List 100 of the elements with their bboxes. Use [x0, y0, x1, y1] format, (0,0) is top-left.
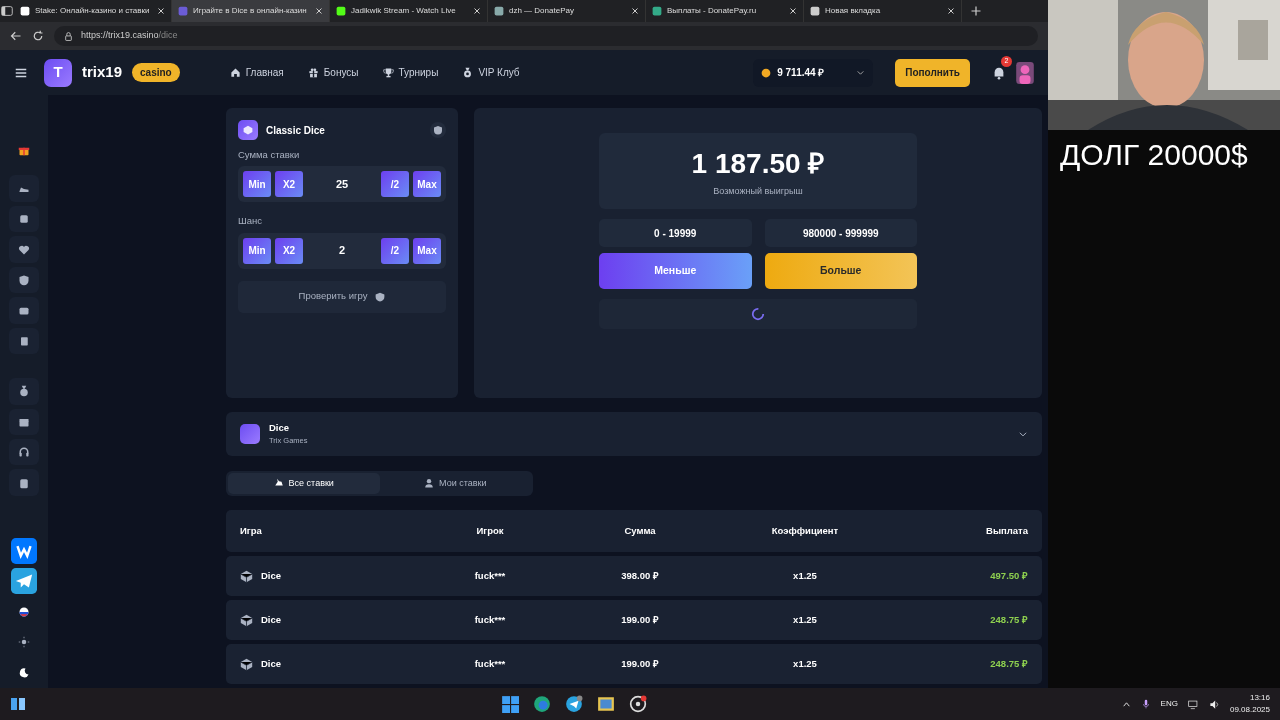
- clock-time[interactable]: 13:16: [1229, 692, 1270, 704]
- close-icon[interactable]: [473, 7, 481, 15]
- table-cell-text: Dice: [261, 656, 282, 671]
- lock-icon: [64, 31, 73, 41]
- deposit-button[interactable]: Пополнить: [895, 58, 970, 87]
- column-header: Коэффициент: [770, 523, 840, 538]
- nav-link[interactable]: Главная: [229, 65, 284, 80]
- column-header: Игра: [240, 523, 263, 538]
- spinner-icon: [751, 307, 765, 321]
- nav-link[interactable]: Бонусы: [307, 65, 359, 80]
- column-header: Игрок: [475, 523, 505, 538]
- close-icon[interactable]: [631, 7, 639, 15]
- coin-icon: [761, 67, 772, 78]
- browser-tab[interactable]: Играйте в Dice в онлайн-казин: [172, 0, 330, 22]
- chevron-down-icon: [856, 68, 866, 77]
- tab-actions-icon[interactable]: [0, 4, 14, 18]
- vk-icon[interactable]: [11, 538, 37, 565]
- nav-link[interactable]: VIP Клуб: [462, 65, 520, 80]
- table-cell-text: 497.50 ₽: [989, 568, 1028, 583]
- widgets-icon[interactable]: [10, 696, 26, 712]
- field-value: 25: [334, 177, 350, 192]
- logo-mark[interactable]: T: [44, 58, 72, 87]
- obs-icon[interactable]: [628, 695, 647, 713]
- microphone-icon[interactable]: [1140, 699, 1151, 709]
- network-icon[interactable]: [1187, 698, 1199, 710]
- close-icon[interactable]: [157, 7, 165, 15]
- game-title: Classic Dice: [266, 123, 325, 138]
- heart-icon[interactable]: [18, 243, 30, 256]
- field-label: Сумма ставки: [238, 148, 301, 162]
- stepper-button[interactable]: X2: [275, 237, 303, 264]
- headset-icon[interactable]: [18, 446, 30, 459]
- volume-icon[interactable]: [1208, 698, 1220, 710]
- range-display: 0 - 19999: [599, 219, 752, 247]
- table-cell-text: 398.00 ₽: [620, 568, 660, 583]
- table-cell-text: 199.00 ₽: [620, 656, 660, 671]
- image-viewer-icon[interactable]: [596, 695, 615, 713]
- medal-icon[interactable]: [18, 385, 30, 398]
- language-indicator[interactable]: ENG: [1160, 698, 1178, 710]
- chevron-up-icon[interactable]: [1121, 699, 1131, 709]
- close-icon[interactable]: [315, 7, 323, 15]
- stepper-button[interactable]: X2: [275, 171, 303, 198]
- favicon-icon: [810, 6, 820, 16]
- table-cell-text: fuck***: [473, 568, 507, 583]
- favicon-icon: [652, 6, 662, 16]
- stepper-button[interactable]: Max: [413, 237, 441, 264]
- bets-tab[interactable]: Все ставки: [228, 472, 380, 494]
- moon-icon[interactable]: [18, 666, 30, 679]
- browser-icon[interactable]: [532, 695, 551, 713]
- reload-icon[interactable]: [32, 30, 44, 42]
- stepper-button[interactable]: /2: [381, 237, 409, 264]
- address-bar[interactable]: https://trix19.casino/dice: [54, 26, 1038, 46]
- telegram-icon[interactable]: [564, 695, 583, 713]
- gift-icon: [307, 67, 319, 78]
- home-icon: [229, 67, 241, 78]
- table-cell-text: 199.00 ₽: [620, 612, 660, 627]
- bets-tab[interactable]: Мои ставки: [379, 472, 531, 494]
- win-amount: 1 187.50 ₽: [691, 147, 825, 182]
- stepper-button[interactable]: Max: [413, 171, 441, 198]
- url-text: https://trix19.casino/dice: [81, 29, 178, 43]
- favicon-icon: [494, 6, 504, 16]
- table-cell-text: 248.75 ₽: [989, 612, 1028, 627]
- shield-icon: [375, 291, 386, 302]
- under-button[interactable]: Меньше: [599, 253, 752, 289]
- verify-game-button[interactable]: Проверить игру: [238, 280, 446, 313]
- table-cell-text: Dice: [261, 612, 282, 627]
- overlay-caption: ДОЛГ 20000$: [1059, 137, 1249, 173]
- close-icon[interactable]: [947, 7, 955, 15]
- win-caption: Возможный выигрыш: [713, 185, 803, 199]
- bell-icon[interactable]: [992, 66, 1006, 81]
- logo-text[interactable]: trix19: [82, 61, 123, 84]
- column-header: Сумма: [623, 523, 657, 538]
- nav-link[interactable]: Турниры: [382, 65, 439, 80]
- shield-icon[interactable]: [18, 273, 30, 286]
- back-icon[interactable]: [10, 30, 22, 42]
- stepper-button[interactable]: /2: [381, 171, 409, 198]
- close-icon[interactable]: [789, 7, 797, 15]
- new-tab-icon[interactable]: [970, 5, 982, 17]
- fairness-icon[interactable]: [430, 122, 446, 138]
- stepper-button[interactable]: Min: [243, 237, 271, 264]
- table-cell-text: x1.25: [792, 612, 818, 627]
- column-header: Выплата: [985, 523, 1028, 538]
- favicon-icon: [20, 6, 30, 16]
- telegram-icon[interactable]: [11, 568, 37, 595]
- field-label: Шанс: [238, 214, 263, 229]
- table-cell-text: 248.75 ₽: [989, 656, 1028, 671]
- clock-date[interactable]: 09.08.2025: [1229, 704, 1270, 716]
- flag-icon[interactable]: [18, 605, 30, 618]
- range-display: 980000 - 999999: [764, 219, 917, 247]
- field-value: 2: [337, 243, 347, 259]
- casino-badge: casino: [132, 63, 180, 82]
- over-button[interactable]: Больше: [764, 253, 917, 289]
- sun-icon[interactable]: [18, 636, 30, 649]
- table-cell-text: x1.25: [792, 656, 818, 671]
- stepper-field[interactable]: Min X2 25 /2 Max: [238, 166, 446, 203]
- stepper-field[interactable]: Min X2 2 /2 Max: [238, 232, 446, 269]
- table-cell-text: Dice: [261, 568, 282, 583]
- stepper-button[interactable]: Min: [243, 171, 271, 198]
- avatar-icon[interactable]: [1016, 61, 1034, 84]
- balance-selector[interactable]: 9 711.44 ₽: [753, 58, 874, 87]
- start-icon[interactable]: [500, 695, 519, 713]
